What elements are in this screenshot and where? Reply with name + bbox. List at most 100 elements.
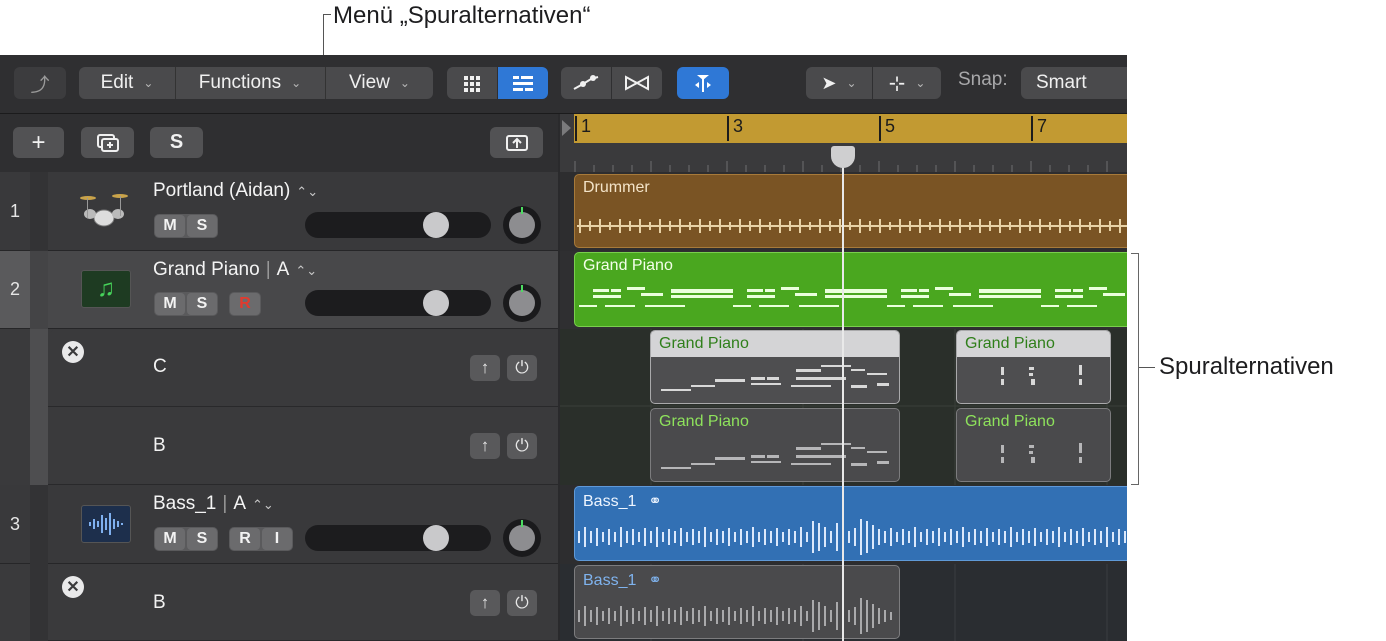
alt-b-region-2[interactable]: Grand Piano (956, 408, 1111, 482)
alt-c-notes (661, 365, 889, 391)
record-enable-button[interactable]: R (230, 528, 260, 550)
arrange-area[interactable]: 1 3 5 7 Drummer Grand Piano Grand Piano … (560, 114, 1127, 641)
pan-knob[interactable] (503, 519, 541, 557)
solo-button[interactable]: S (187, 215, 217, 237)
region-title: Drummer (583, 179, 650, 196)
pan-knob[interactable] (503, 284, 541, 322)
input-monitoring-button[interactable]: I (262, 528, 292, 550)
record-group: R (229, 292, 261, 316)
functions-menu[interactable]: Functions ⌄ (176, 67, 324, 99)
global-solo-button[interactable]: S (150, 127, 203, 158)
track-number: 3 (9, 513, 20, 534)
bass-waveform (578, 519, 1126, 555)
bass-alt-region[interactable]: Bass_1 ⚭ (574, 565, 900, 639)
record-input-group: RI (229, 527, 293, 551)
new-track-duplicate-button[interactable] (81, 127, 134, 158)
collapse-button[interactable] (490, 127, 543, 158)
edit-menu[interactable]: Edit ⌄ (79, 67, 175, 99)
callout-alternatives-line (1139, 367, 1155, 368)
alt-b-notes (661, 443, 889, 469)
tracks-view-button[interactable] (498, 67, 548, 99)
chevron-down-icon: ⌄ (915, 76, 926, 90)
pan-indicator (521, 520, 523, 527)
track-row-drummer[interactable]: 1 Portland (Aidan) ⌃⌄ MS (0, 172, 558, 251)
pointer-icon: ➤ (821, 72, 837, 93)
record-enable-button[interactable]: R (230, 293, 260, 315)
solo-button[interactable]: S (187, 528, 217, 550)
alt-b-region-1[interactable]: Grand Piano (650, 408, 900, 482)
track-row-bass[interactable]: 3 Bass_1 | A ⌃⌄ MS RI (0, 485, 558, 564)
volume-fader[interactable] (305, 525, 491, 551)
ruler-bar-5: 5 (879, 116, 895, 141)
track-number: 2 (0, 251, 30, 328)
up-down-chevron-icon: ⌃⌄ (296, 184, 319, 199)
bass-region[interactable]: Bass_1 ⚭ (574, 486, 1127, 561)
piano-region[interactable]: Grand Piano (574, 252, 1127, 327)
mute-button[interactable]: M (155, 293, 185, 315)
chevron-down-icon: ⌄ (846, 76, 857, 90)
track-row-grand-piano[interactable]: 2 ♫ Grand Piano | A ⌃⌄ MS R (0, 251, 558, 329)
grid-view-button[interactable] (447, 67, 497, 99)
alternative-menu-label[interactable]: A (233, 493, 246, 514)
region-title-text: Bass_1 (583, 493, 637, 510)
drummer-region[interactable]: Drummer (574, 174, 1127, 248)
pan-knob[interactable] (503, 206, 541, 244)
secondary-tool-menu[interactable]: ⊹ ⌄ (873, 67, 941, 99)
pointer-tool-menu[interactable]: ➤ ⌄ (806, 67, 872, 99)
alternative-row-b[interactable]: B ↑ ⏻ (48, 407, 558, 485)
region-title: Bass_1 ⚭ (583, 570, 662, 590)
flex-button[interactable] (612, 67, 662, 99)
promote-up-arrow-icon[interactable]: ↑ (470, 355, 500, 381)
automation-curve-icon (573, 75, 599, 90)
power-icon[interactable]: ⏻ (507, 433, 537, 459)
loop-link-icon: ⚭ (648, 572, 662, 589)
fader-knob[interactable] (423, 290, 449, 316)
track-name[interactable]: Bass_1 | A ⌃⌄ (153, 493, 274, 515)
back-button[interactable]: ⤴ (14, 67, 66, 99)
crosshair-icon: ⊹ (888, 72, 906, 95)
mute-button[interactable]: M (155, 215, 185, 237)
close-icon[interactable]: ✕ (62, 576, 84, 598)
alternative-name: B (153, 592, 166, 613)
promote-up-arrow-icon[interactable]: ↑ (470, 590, 500, 616)
volume-fader[interactable] (305, 290, 491, 316)
snap-select[interactable]: Smart (1021, 67, 1127, 99)
chevron-down-icon: ⌄ (399, 76, 410, 90)
view-menu[interactable]: View ⌄ (326, 67, 433, 99)
fader-knob[interactable] (423, 525, 449, 551)
track-gutter (30, 485, 48, 564)
callout-bracket (1131, 253, 1139, 485)
toolbar: ⤴ Edit ⌄ Functions ⌄ View ⌄ ➤ ⌄ ⊹ ⌄ Snap… (0, 55, 1127, 114)
power-icon[interactable]: ⏻ (507, 590, 537, 616)
alternative-row-c[interactable]: ✕ C ↑ ⏻ (48, 329, 558, 407)
region-title: Grand Piano (659, 335, 749, 352)
alternative-menu-label[interactable]: A (277, 259, 290, 280)
fader-knob[interactable] (423, 212, 449, 238)
playhead-line[interactable] (842, 150, 844, 641)
music-note-icon: ♫ (81, 270, 131, 308)
mute-button[interactable]: M (155, 528, 185, 550)
track-name[interactable]: Portland (Aidan) ⌃⌄ (153, 180, 318, 202)
promote-up-arrow-icon[interactable]: ↑ (470, 433, 500, 459)
close-icon[interactable]: ✕ (62, 341, 84, 363)
piano-notes (579, 287, 1125, 307)
volume-fader[interactable] (305, 212, 491, 238)
track-name[interactable]: Grand Piano | A ⌃⌄ (153, 259, 317, 281)
callout-menu-line-tick (323, 14, 331, 15)
up-down-chevron-icon: ⌃⌄ (252, 497, 274, 512)
alternative-row-bass-b[interactable]: ✕ B ↑ ⏻ (48, 564, 558, 641)
alt-c-region-2[interactable]: Grand Piano (956, 330, 1111, 404)
mute-solo-group: MS (154, 292, 218, 316)
solo-button[interactable]: S (187, 293, 217, 315)
automation-button[interactable] (561, 67, 611, 99)
add-track-button[interactable]: + (13, 127, 64, 158)
ruler-bar-7: 7 (1031, 116, 1047, 141)
alt-c-region-1[interactable]: Grand Piano (650, 330, 900, 404)
region-title: Grand Piano (965, 413, 1055, 430)
region-title-text: Bass_1 (583, 572, 637, 589)
track-header-strip: + S (0, 114, 558, 172)
track-gutter (30, 172, 48, 251)
catch-button[interactable] (677, 67, 729, 99)
up-down-chevron-icon: ⌃⌄ (295, 263, 318, 278)
power-icon[interactable]: ⏻ (507, 355, 537, 381)
